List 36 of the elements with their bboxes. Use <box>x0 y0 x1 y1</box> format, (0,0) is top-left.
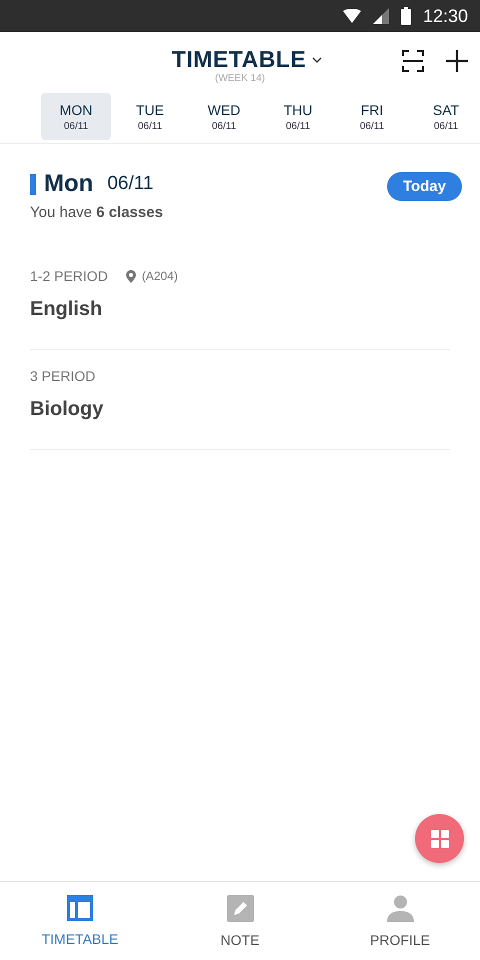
nav-tab[interactable]: NOTE <box>160 882 320 960</box>
day-tab[interactable]: WED 06/11 <box>189 93 259 140</box>
day-tab[interactable]: THU 06/11 <box>263 93 333 140</box>
screen-title[interactable]: TIMETABLE <box>172 46 306 73</box>
battery-icon <box>400 7 411 25</box>
scan-icon <box>402 50 424 72</box>
add-button[interactable] <box>446 50 468 72</box>
location-pin-icon <box>126 270 136 282</box>
subject-name[interactable]: English <box>30 298 450 321</box>
timetable-icon <box>67 895 93 921</box>
nav-tab[interactable]: PROFILE <box>320 882 480 960</box>
period-label: 3 PERIOD <box>30 368 96 384</box>
day-tab[interactable]: TUE 06/11 <box>115 93 185 140</box>
class-count-text: You have 6 classes <box>30 204 163 221</box>
pencil-icon <box>226 894 254 922</box>
period-label: 1-2 PERIOD <box>30 268 108 284</box>
day-tab[interactable]: MON 06/11 <box>41 93 111 140</box>
signal-icon <box>372 8 389 24</box>
person-icon <box>386 894 414 922</box>
wifi-icon <box>342 9 361 23</box>
chevron-down-icon[interactable] <box>312 56 322 62</box>
week-label: (WEEK 14) <box>214 73 265 84</box>
date-heading: 06/11 <box>107 173 154 195</box>
room-label: (A204) <box>142 269 178 283</box>
nav-tab[interactable]: TIMETABLE <box>0 882 160 960</box>
day-tab[interactable]: SAT 06/11 <box>411 93 480 140</box>
grid-fab-button[interactable] <box>415 814 464 863</box>
today-button[interactable]: Today <box>386 172 462 201</box>
plus-icon <box>446 50 468 72</box>
day-tab[interactable]: FRI 06/11 <box>337 93 407 140</box>
accent-bar <box>30 174 36 194</box>
scan-button[interactable] <box>402 50 424 72</box>
grid-icon <box>430 830 448 848</box>
day-heading: Mon <box>44 170 94 198</box>
status-time: 12:30 <box>422 6 468 26</box>
subject-name[interactable]: Biology <box>30 398 450 421</box>
